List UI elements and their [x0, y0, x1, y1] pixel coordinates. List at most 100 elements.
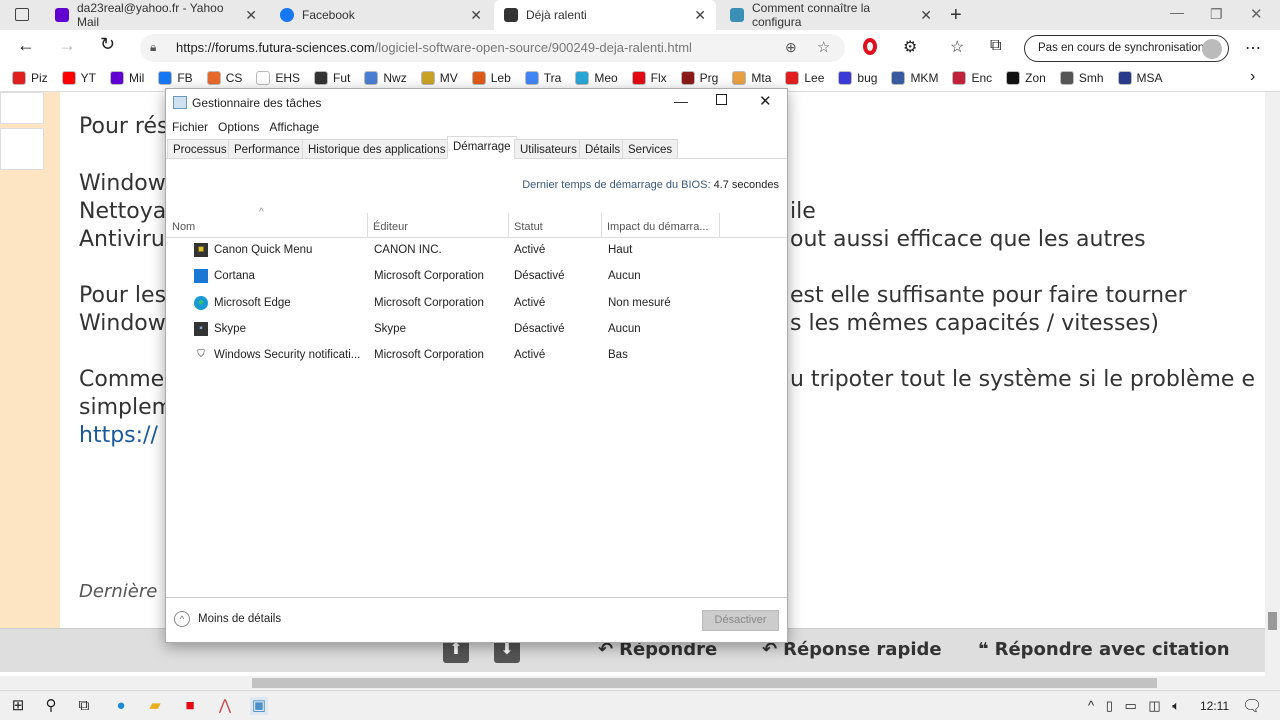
netflix-icon[interactable]: ■: [181, 697, 199, 715]
search-icon[interactable]: ⚲: [42, 697, 60, 715]
restore-button[interactable]: ❐: [1210, 6, 1223, 23]
minimize-button[interactable]: —: [1170, 4, 1184, 20]
zoom-icon[interactable]: ⊕: [785, 39, 797, 56]
bookmark-mil[interactable]: Mil: [110, 70, 144, 85]
bookmark-mkm[interactable]: MKM: [891, 70, 938, 85]
tab-utilisateurs[interactable]: Utilisateurs: [514, 139, 583, 159]
bookmark-flx[interactable]: Flx: [631, 70, 667, 85]
app-icon[interactable]: ⋀: [216, 697, 234, 715]
opera-icon[interactable]: [863, 38, 877, 55]
task-manager-icon[interactable]: ▣: [250, 697, 268, 715]
tab-deja-ralenti[interactable]: Déjà ralenti ✕: [494, 0, 716, 30]
bookmark-prg[interactable]: Prg: [680, 70, 718, 85]
maximize-button[interactable]: [716, 94, 727, 105]
bookmark-icon: [1006, 70, 1021, 85]
refresh-icon[interactable]: ↻: [100, 34, 115, 55]
column-header-impact[interactable]: Impact du démarra...: [607, 221, 709, 233]
bookmark-fb[interactable]: FB: [158, 70, 193, 85]
column-header-nom[interactable]: Nom: [172, 221, 195, 233]
horizontal-scrollbar[interactable]: [0, 676, 1280, 690]
bookmark-fut[interactable]: Fut: [314, 70, 350, 85]
quick-reply-button[interactable]: ↶ Réponse rapide: [762, 639, 942, 660]
back-icon[interactable]: ←: [17, 35, 35, 56]
post-text-line: ile: [790, 199, 816, 224]
yahoo-mail-icon: [55, 8, 69, 22]
column-header-editeur[interactable]: Éditeur: [373, 221, 408, 233]
less-details-button[interactable]: ^ Moins de détails: [174, 611, 281, 627]
bookmark-mta[interactable]: Mta: [732, 70, 771, 85]
tab-performance[interactable]: Performance: [228, 139, 306, 159]
row-status: Activé: [514, 244, 546, 256]
close-tab-icon[interactable]: ✕: [245, 7, 257, 24]
sync-profile-button[interactable]: Pas en cours de synchronisation: [1024, 35, 1229, 62]
tab-facebook[interactable]: Facebook ✕: [270, 0, 492, 30]
table-row[interactable]: ⛉ Windows Security notificati... Microso…: [166, 343, 786, 369]
chevron-up-icon: ^: [174, 611, 190, 627]
edge-icon[interactable]: ●: [112, 697, 130, 715]
bookmark-ehs[interactable]: EHS: [256, 70, 300, 85]
new-tab-button[interactable]: +: [950, 4, 962, 27]
page-scrollbar[interactable]: [1265, 92, 1280, 676]
tab-details[interactable]: Détails: [579, 139, 627, 159]
bookmark-lee[interactable]: Lee: [785, 70, 824, 85]
add-favorite-icon[interactable]: ☆: [817, 38, 830, 56]
bookmark-piz[interactable]: Piz: [12, 70, 48, 85]
bookmark-mv[interactable]: MV: [420, 70, 458, 85]
bookmark-icon: [206, 70, 221, 85]
collections-icon[interactable]: ⧉: [990, 37, 1001, 55]
forward-icon[interactable]: →: [58, 35, 76, 56]
close-button[interactable]: ✕: [759, 92, 772, 110]
minimize-button[interactable]: —: [674, 93, 688, 109]
bookmark-cs[interactable]: CS: [206, 70, 242, 85]
column-header-statut[interactable]: Statut: [514, 221, 543, 233]
tab-demarrage[interactable]: Démarrage: [447, 136, 517, 159]
tray-icons[interactable]: ^ ▯ ▭ ◫ 🔈︎: [1088, 698, 1184, 714]
close-tab-icon[interactable]: ✕: [694, 7, 706, 24]
quote-reply-button[interactable]: ❝ Répondre avec citation: [978, 639, 1230, 660]
close-tab-icon[interactable]: ✕: [470, 7, 482, 24]
tab-historique[interactable]: Historique des applications: [302, 139, 452, 159]
bookmark-tra[interactable]: Tra: [524, 70, 561, 85]
start-icon[interactable]: ⊞: [9, 697, 27, 715]
facebook-icon: [280, 8, 294, 22]
bookmark-msa[interactable]: MSA: [1117, 70, 1163, 85]
table-row[interactable]: ■ Canon Quick Menu CANON INC. Activé Hau…: [166, 238, 786, 264]
tab-yahoo-mail[interactable]: da23real@yahoo.fr - Yahoo Mail ✕: [45, 0, 267, 30]
menu-options[interactable]: Options: [218, 120, 259, 134]
bookmark-zon[interactable]: Zon: [1006, 70, 1046, 85]
bookmarks-overflow-icon[interactable]: ›: [1250, 68, 1255, 86]
bookmark-nwz[interactable]: Nwz: [364, 70, 407, 85]
more-menu-icon[interactable]: ⋯: [1245, 38, 1261, 58]
bookmark-meo[interactable]: Meo: [575, 70, 618, 85]
bookmark-icon: [61, 70, 76, 85]
bookmark-bug[interactable]: bug: [838, 70, 877, 85]
table-row[interactable]: ▪ Skype Skype Désactivé Aucun: [166, 317, 786, 343]
tab-processus[interactable]: Processus: [167, 139, 233, 159]
bookmark-icon: [732, 70, 747, 85]
close-tab-icon[interactable]: ✕: [920, 7, 932, 24]
post-text-line[interactable]: https://: [79, 423, 158, 448]
bookmark-icon: [12, 70, 26, 85]
bookmark-leb[interactable]: Leb: [471, 70, 511, 85]
extensions-icon[interactable]: ⚙: [903, 37, 917, 57]
bookmark-enc[interactable]: Enc: [952, 70, 992, 85]
address-bar[interactable]: 🔒︎ https://forums.futura-sciences.com/lo…: [140, 34, 845, 62]
notifications-icon[interactable]: 🗨︎: [1242, 696, 1262, 716]
row-name: Windows Security notificati...: [214, 349, 361, 362]
favorites-icon[interactable]: ☆: [950, 37, 964, 57]
tab-services[interactable]: Services: [622, 139, 679, 159]
clock[interactable]: 12:11: [1200, 699, 1229, 713]
tab-actions-icon[interactable]: [15, 8, 29, 21]
table-row[interactable]: ● Microsoft Edge Microsoft Corporation A…: [166, 291, 786, 317]
table-row[interactable]: Cortana Microsoft Corporation Désactivé …: [166, 264, 786, 290]
bookmark-yt[interactable]: YT: [61, 70, 96, 85]
tab-comment-connaitre[interactable]: Comment connaître la configura ✕: [720, 0, 942, 30]
bookmark-smh[interactable]: Smh: [1059, 70, 1104, 85]
close-window-button[interactable]: ✕: [1250, 5, 1263, 23]
menu-fichier[interactable]: Fichier: [172, 120, 208, 134]
post-text-line: Window: [79, 311, 166, 336]
menu-affichage[interactable]: Affichage: [269, 120, 319, 134]
task-view-icon[interactable]: ⧉: [75, 697, 93, 715]
file-explorer-icon[interactable]: ▰: [146, 697, 164, 715]
disable-button[interactable]: Désactiver: [702, 610, 779, 631]
